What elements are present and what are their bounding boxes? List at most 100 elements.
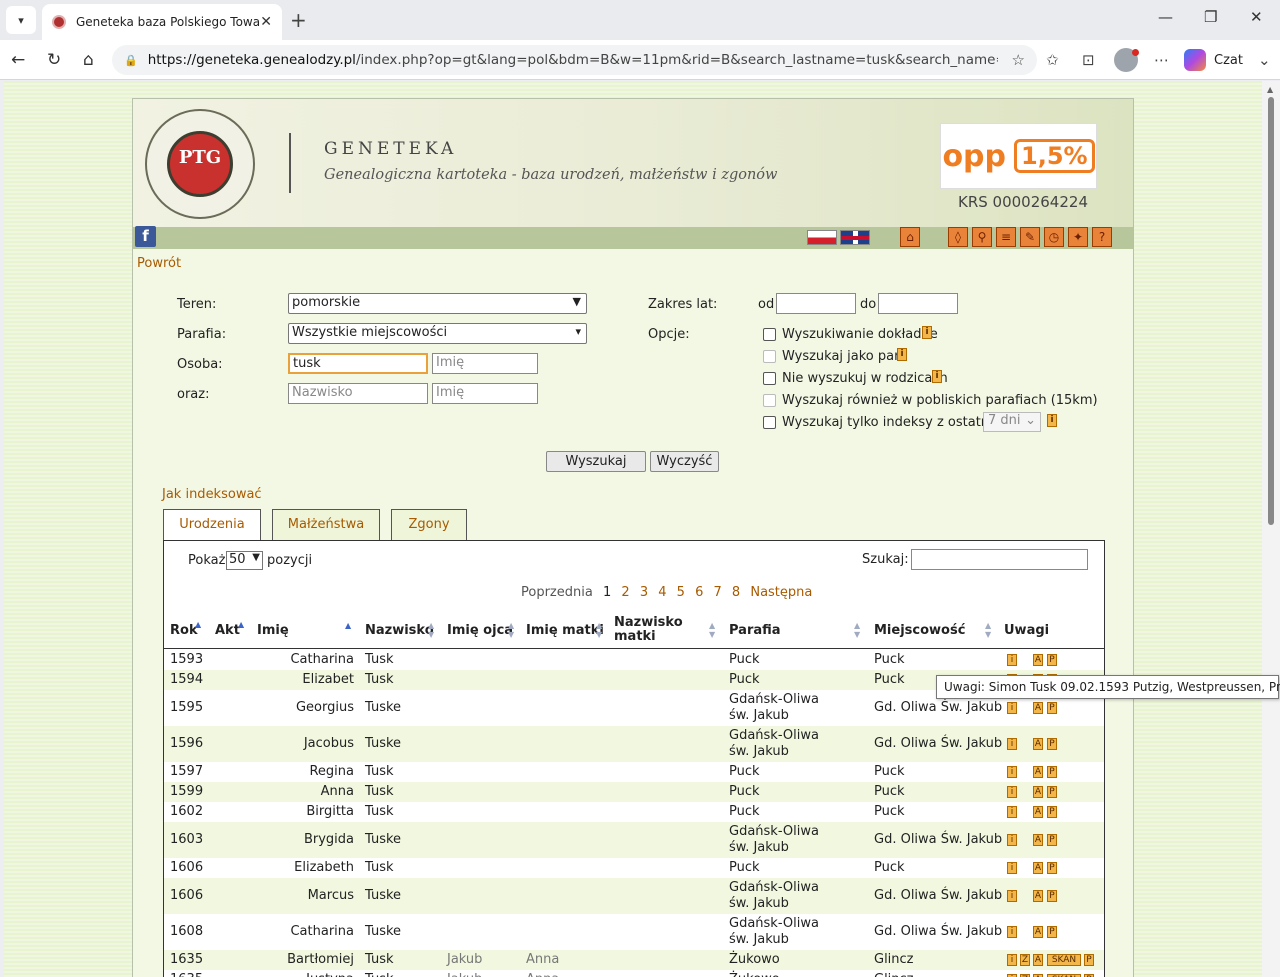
page-length-select[interactable]: 50 ▼ (226, 551, 263, 570)
p-icon[interactable]: P (1047, 862, 1057, 874)
a-icon[interactable]: A (1033, 738, 1043, 750)
p-icon[interactable]: P (1047, 738, 1057, 750)
info-icon[interactable]: i (1007, 890, 1017, 902)
pager-page[interactable]: 5 (677, 585, 685, 600)
info-icon[interactable]: i (1007, 654, 1017, 666)
info-icon[interactable]: i (897, 348, 907, 361)
p-icon[interactable]: P (1047, 766, 1057, 778)
close-window-icon[interactable]: ✕ (1250, 8, 1263, 26)
search-nav-icon[interactable]: ⚲ (972, 227, 992, 247)
skan-icon[interactable]: SKAN (1047, 954, 1081, 966)
info-icon[interactable]: i (1007, 954, 1017, 966)
col-imie[interactable]: Imię (257, 611, 289, 649)
p-icon[interactable]: P (1047, 834, 1057, 846)
recent-indexes-checkbox[interactable] (763, 416, 776, 429)
pager-next[interactable]: Następna (750, 585, 812, 600)
p-icon[interactable]: P (1047, 926, 1057, 938)
help-icon[interactable]: ? (1092, 227, 1112, 247)
copilot-button[interactable]: Czat (1184, 45, 1254, 75)
polish-flag-icon[interactable] (807, 230, 837, 245)
list-icon[interactable]: ≡ (996, 227, 1016, 247)
scroll-up-icon[interactable]: ▲ (1267, 85, 1273, 94)
a-icon[interactable]: A (1033, 786, 1043, 798)
pager-page[interactable]: 8 (732, 585, 740, 600)
scroll-thumb[interactable] (1268, 97, 1274, 525)
search-button[interactable]: Wyszukaj (546, 451, 646, 472)
info-icon[interactable]: i (1007, 862, 1017, 874)
address-bar[interactable]: 🔒 https://geneteka.genealodzy.pl/index.p… (112, 45, 1037, 75)
year-from-input[interactable] (776, 293, 856, 314)
more-options-icon[interactable]: ⋯ (1154, 51, 1169, 69)
year-to-input[interactable] (878, 293, 958, 314)
clock-icon[interactable]: ◷ (1044, 227, 1064, 247)
reload-icon[interactable]: ↻ (47, 50, 61, 70)
a-icon[interactable]: A (1033, 926, 1043, 938)
english-flag-icon[interactable] (840, 230, 870, 245)
a-icon[interactable]: A (1033, 862, 1043, 874)
back-arrow-icon[interactable]: ← (11, 50, 25, 70)
info-icon[interactable]: i (1007, 834, 1017, 846)
osoba-name-input[interactable]: Imię (432, 353, 538, 374)
pager-page[interactable]: 2 (621, 585, 629, 600)
a-icon[interactable]: A (1033, 766, 1043, 778)
minimize-icon[interactable]: — (1158, 8, 1173, 26)
col-akt[interactable]: Akt (215, 611, 240, 649)
p-icon[interactable]: P (1047, 806, 1057, 818)
exact-search-checkbox[interactable] (763, 328, 776, 341)
p-icon[interactable]: P (1047, 890, 1057, 902)
p-icon[interactable]: P (1047, 786, 1057, 798)
edit-icon[interactable]: ✎ (1020, 227, 1040, 247)
new-tab-icon[interactable]: + (290, 8, 307, 32)
home-nav-icon[interactable]: ⌂ (900, 227, 920, 247)
sidebar-chevron-icon[interactable]: ⌄ (1258, 51, 1271, 69)
info-icon[interactable]: i (922, 326, 932, 339)
pager-page[interactable]: 3 (640, 585, 648, 600)
col-rok[interactable]: Rok (170, 611, 198, 649)
p-icon[interactable]: P (1084, 954, 1094, 966)
tab-list-button[interactable]: ▾ (6, 6, 36, 34)
pager-prev[interactable]: Poprzednia (521, 585, 593, 600)
home-icon[interactable]: ⌂ (83, 50, 94, 70)
back-link[interactable]: Powrót (137, 256, 181, 271)
opp-banner[interactable]: opp 1,5% (940, 123, 1097, 189)
table-search-input[interactable] (911, 549, 1088, 570)
p-icon[interactable]: P (1047, 654, 1057, 666)
info-icon[interactable]: i (1007, 702, 1017, 714)
col-nazwisko[interactable]: Nazwisko (365, 611, 434, 649)
parafia-select[interactable]: Wszystkie miejscowości ▾ (288, 323, 587, 344)
restore-icon[interactable]: ❐ (1204, 8, 1217, 26)
a-icon[interactable]: A (1033, 834, 1043, 846)
pager-page[interactable]: 6 (695, 585, 703, 600)
info-icon[interactable]: i (932, 370, 942, 383)
pager-page[interactable]: 4 (658, 585, 666, 600)
col-parafia[interactable]: Parafia (729, 611, 781, 649)
pager-page[interactable]: 7 (714, 585, 722, 600)
a-icon[interactable]: A (1033, 702, 1043, 714)
map-icon[interactable]: ◊ (948, 227, 968, 247)
facebook-icon[interactable]: f (135, 226, 156, 247)
info-icon[interactable]: i (1007, 806, 1017, 818)
tools-icon[interactable]: ✦ (1068, 227, 1088, 247)
info-icon[interactable]: i (1007, 766, 1017, 778)
oraz-lastname-input[interactable]: Nazwisko (288, 383, 428, 404)
pair-search-checkbox[interactable] (763, 350, 776, 363)
tab-births[interactable]: Urodzenia (163, 509, 261, 541)
tab-marriages[interactable]: Małżeństwa (272, 509, 380, 540)
info-icon[interactable]: i (1007, 738, 1017, 750)
favorite-star-icon[interactable]: ☆ (1012, 51, 1025, 69)
a-icon[interactable]: A (1033, 890, 1043, 902)
favorites-icon[interactable]: ✩ (1046, 51, 1059, 69)
info-icon[interactable]: i (1047, 414, 1057, 427)
p-icon[interactable]: P (1047, 702, 1057, 714)
teren-select[interactable]: pomorskie ▼ (288, 293, 587, 314)
nearby-parishes-checkbox[interactable] (763, 394, 776, 407)
tab-deaths[interactable]: Zgony (391, 509, 467, 540)
info-icon[interactable]: i (1007, 786, 1017, 798)
col-imie-ojca[interactable]: Imię ojca (447, 611, 513, 649)
extensions-icon[interactable]: ⊡ (1082, 51, 1095, 69)
info-icon[interactable]: i (1007, 926, 1017, 938)
a-icon[interactable]: A (1033, 954, 1043, 966)
col-miejscowosc[interactable]: Miejscowość (874, 611, 965, 649)
browser-tab[interactable]: Geneteka baza Polskiego Towarzystwa ✕ (42, 4, 282, 40)
howto-link[interactable]: Jak indeksować (162, 487, 262, 502)
